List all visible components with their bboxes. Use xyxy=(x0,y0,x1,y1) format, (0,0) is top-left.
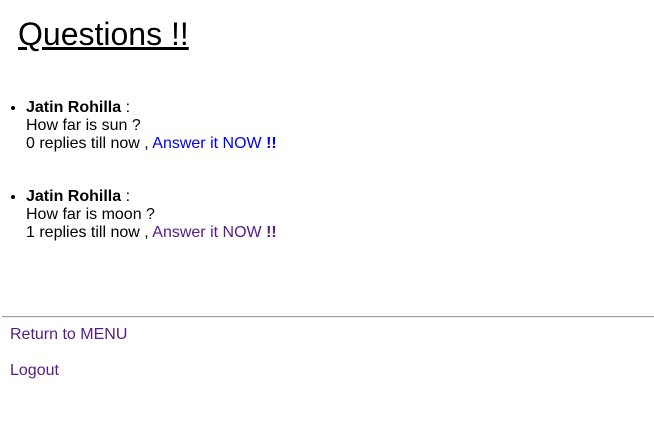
return-to-menu-link[interactable]: Return to MENU xyxy=(10,326,127,344)
question-author: Jatin Rohilla xyxy=(26,188,122,205)
footer-divider xyxy=(2,316,654,318)
logout-link[interactable]: Logout xyxy=(10,362,59,380)
reply-count: 0 replies till now , xyxy=(26,135,153,152)
question-text: How far is sun ? xyxy=(26,117,141,134)
reply-count: 1 replies till now , xyxy=(26,224,153,241)
answer-link-label: Answer it NOW xyxy=(152,224,267,241)
page-title: Questions !! xyxy=(18,16,189,52)
question-author: Jatin Rohilla xyxy=(26,99,122,116)
answer-link[interactable]: Answer it NOW !! xyxy=(152,135,276,152)
answer-link-bang: !! xyxy=(266,135,277,152)
author-separator: : xyxy=(121,99,131,116)
page: Questions !! Jatin Rohilla : How far is … xyxy=(0,0,654,444)
question-item: Jatin Rohilla : How far is moon ? 1 repl… xyxy=(26,188,277,242)
question-text: How far is moon ? xyxy=(26,206,155,223)
question-item: Jatin Rohilla : How far is sun ? 0 repli… xyxy=(26,99,277,153)
answer-link-bang: !! xyxy=(266,224,277,241)
question-list: Jatin Rohilla : How far is sun ? 0 repli… xyxy=(0,99,277,277)
answer-link[interactable]: Answer it NOW !! xyxy=(152,224,276,241)
author-separator: : xyxy=(121,188,131,205)
answer-link-label: Answer it NOW xyxy=(152,135,267,152)
